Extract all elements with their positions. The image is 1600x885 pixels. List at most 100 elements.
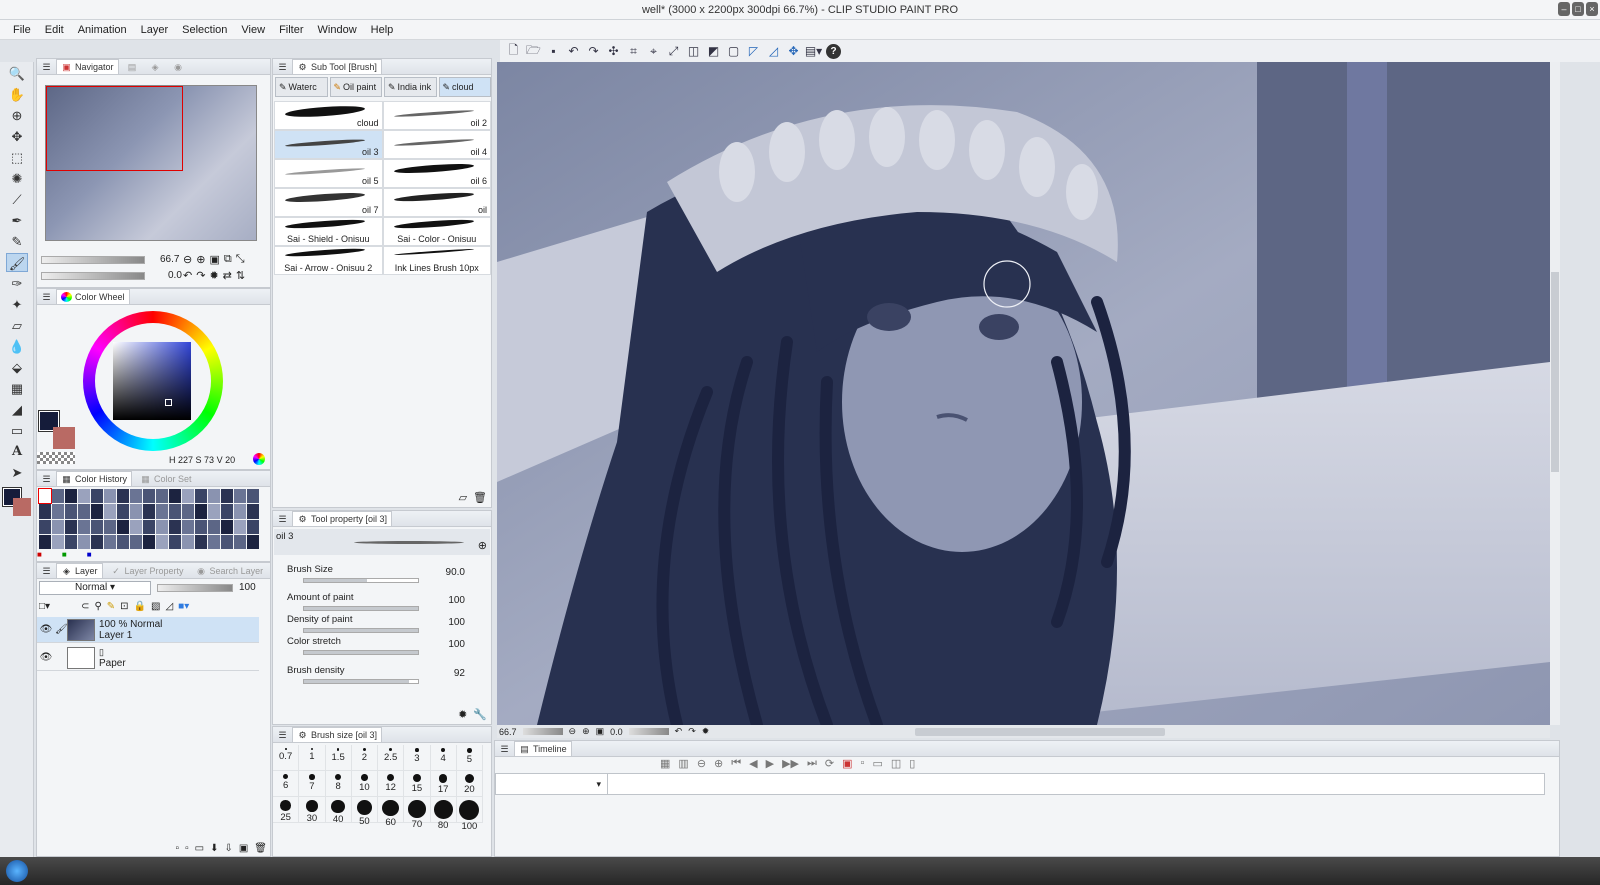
zoom-out-icon[interactable]: ⊖: [183, 253, 192, 266]
zoom-area-icon[interactable]: ⊕: [6, 106, 28, 125]
saturation-value-square[interactable]: [113, 342, 191, 420]
brush-item[interactable]: oil 4: [383, 130, 492, 159]
history-swatch[interactable]: [156, 520, 168, 534]
menu-file[interactable]: File: [6, 24, 38, 36]
undo-icon[interactable]: ↶: [566, 44, 581, 59]
operation-tool-icon[interactable]: ➤: [6, 463, 28, 482]
fill-icon[interactable]: ⌖: [646, 44, 661, 59]
eraser-icon[interactable]: ▱: [6, 316, 28, 335]
menu-help[interactable]: Help: [364, 24, 401, 36]
brush-size-option[interactable]: 2: [352, 745, 378, 771]
panel-menu-icon[interactable]: ☰: [41, 566, 52, 576]
panel-menu-icon[interactable]: ☰: [277, 62, 288, 72]
history-swatch[interactable]: [91, 520, 103, 534]
eye-icon[interactable]: 👁: [37, 652, 55, 663]
tab-color-history[interactable]: ▦Color History: [56, 471, 132, 486]
history-swatch[interactable]: [52, 535, 64, 549]
next-frame-icon[interactable]: ▶▶: [782, 757, 799, 770]
panel-menu-icon[interactable]: ☰: [41, 292, 52, 302]
selection-tool-icon[interactable]: ⬚: [6, 148, 28, 167]
history-swatch[interactable]: [208, 535, 220, 549]
history-swatch[interactable]: [247, 535, 259, 549]
tab-color-wheel[interactable]: Color Wheel: [56, 289, 130, 304]
brush-size-option[interactable]: 12: [378, 771, 404, 797]
brush-size-option[interactable]: 17: [431, 771, 457, 797]
clipping-icon[interactable]: ⊂: [81, 601, 89, 612]
brush-item[interactable]: oil 3: [274, 130, 383, 159]
history-swatch[interactable]: [169, 489, 181, 503]
first-frame-icon[interactable]: ⏮: [731, 757, 741, 770]
history-swatch[interactable]: [247, 520, 259, 534]
brush-size-option[interactable]: 7: [299, 771, 325, 797]
opacity-slider[interactable]: [157, 584, 233, 592]
menu-filter[interactable]: Filter: [272, 24, 310, 36]
zoom-in-icon[interactable]: ⊕: [196, 253, 205, 266]
pencil-tool-icon[interactable]: ✎: [6, 232, 28, 251]
history-swatch[interactable]: [169, 504, 181, 518]
close-icon[interactable]: ×: [1586, 2, 1598, 16]
tab-layer-search[interactable]: ◉: [169, 62, 188, 72]
move-tool-icon[interactable]: ✥: [6, 127, 28, 146]
canvas-zoom-slider[interactable]: [523, 728, 563, 735]
history-swatch[interactable]: [182, 520, 194, 534]
canvas-reset-icon[interactable]: ✹: [702, 726, 710, 737]
brush-size-option[interactable]: 60: [378, 797, 404, 823]
history-swatch[interactable]: [221, 535, 233, 549]
brush-size-option[interactable]: 6: [273, 771, 299, 797]
tab-watercolor[interactable]: ✎Waterc: [275, 77, 328, 97]
history-swatch[interactable]: [91, 504, 103, 518]
panel-menu-icon[interactable]: ☰: [277, 514, 288, 524]
panel-menu-icon[interactable]: ☰: [277, 730, 288, 740]
history-swatch[interactable]: [78, 520, 90, 534]
transform-icon[interactable]: ⤢: [666, 44, 681, 59]
history-swatch[interactable]: [208, 504, 220, 518]
history-swatch[interactable]: [169, 535, 181, 549]
menu-view[interactable]: View: [234, 24, 272, 36]
eyedropper-icon[interactable]: ⟋: [6, 190, 28, 209]
history-swatch[interactable]: [208, 489, 220, 503]
history-swatch[interactable]: [247, 504, 259, 518]
history-swatch[interactable]: [130, 520, 142, 534]
amount-of-paint-property[interactable]: Amount of paint100: [287, 592, 477, 614]
brush-item[interactable]: oil 6: [383, 159, 492, 188]
history-swatch[interactable]: [234, 535, 246, 549]
amount-of-paint-slider[interactable]: [303, 606, 419, 611]
history-swatch[interactable]: [39, 520, 51, 534]
crop-icon[interactable]: ⌗: [626, 44, 641, 59]
brush-size-slider[interactable]: [303, 578, 419, 583]
new-vector-layer-icon[interactable]: ▫: [185, 843, 189, 854]
brush-item[interactable]: oil: [383, 188, 492, 217]
canvas-rotate-right-icon[interactable]: ↷: [688, 726, 696, 737]
frame-tool-icon[interactable]: ▭: [6, 421, 28, 440]
history-swatch[interactable]: [91, 489, 103, 503]
fit-icon[interactable]: ▣: [209, 253, 219, 266]
history-swatch[interactable]: [104, 535, 116, 549]
redo-icon[interactable]: ↷: [586, 44, 601, 59]
zoom-slider[interactable]: [41, 256, 145, 264]
canvas-zoom-out-icon[interactable]: ⊖: [569, 726, 577, 737]
figure-tool-icon[interactable]: ◢: [6, 400, 28, 419]
history-swatch[interactable]: [117, 489, 129, 503]
brush-size-property[interactable]: Brush Size90.0: [287, 564, 477, 586]
history-swatch[interactable]: [182, 535, 194, 549]
history-swatch[interactable]: [65, 489, 77, 503]
color-stretch-slider[interactable]: [303, 650, 419, 655]
history-swatch[interactable]: [65, 535, 77, 549]
tl-zoom-in-icon[interactable]: ⊕: [714, 757, 723, 770]
reset-icon[interactable]: ✹: [458, 708, 467, 721]
play-icon[interactable]: ▶: [766, 757, 774, 770]
sub-color-swatch[interactable]: [13, 498, 31, 516]
canvas-vertical-scrollbar[interactable]: [1550, 62, 1560, 725]
density-of-paint-slider[interactable]: [303, 628, 419, 633]
loop-icon[interactable]: ⟳: [825, 757, 834, 770]
prev-frame-icon[interactable]: ◀: [749, 757, 757, 770]
history-swatch[interactable]: [52, 489, 64, 503]
brush-item[interactable]: Sai - Shield - Onisuu: [274, 217, 383, 246]
history-swatch[interactable]: [221, 504, 233, 518]
tab-layer[interactable]: ◈Layer: [56, 563, 103, 578]
history-swatch[interactable]: [195, 504, 207, 518]
navigator-view-rect[interactable]: [46, 86, 183, 171]
history-swatch[interactable]: [182, 504, 194, 518]
history-swatch[interactable]: [130, 535, 142, 549]
brush-size-option[interactable]: 100: [457, 797, 483, 823]
